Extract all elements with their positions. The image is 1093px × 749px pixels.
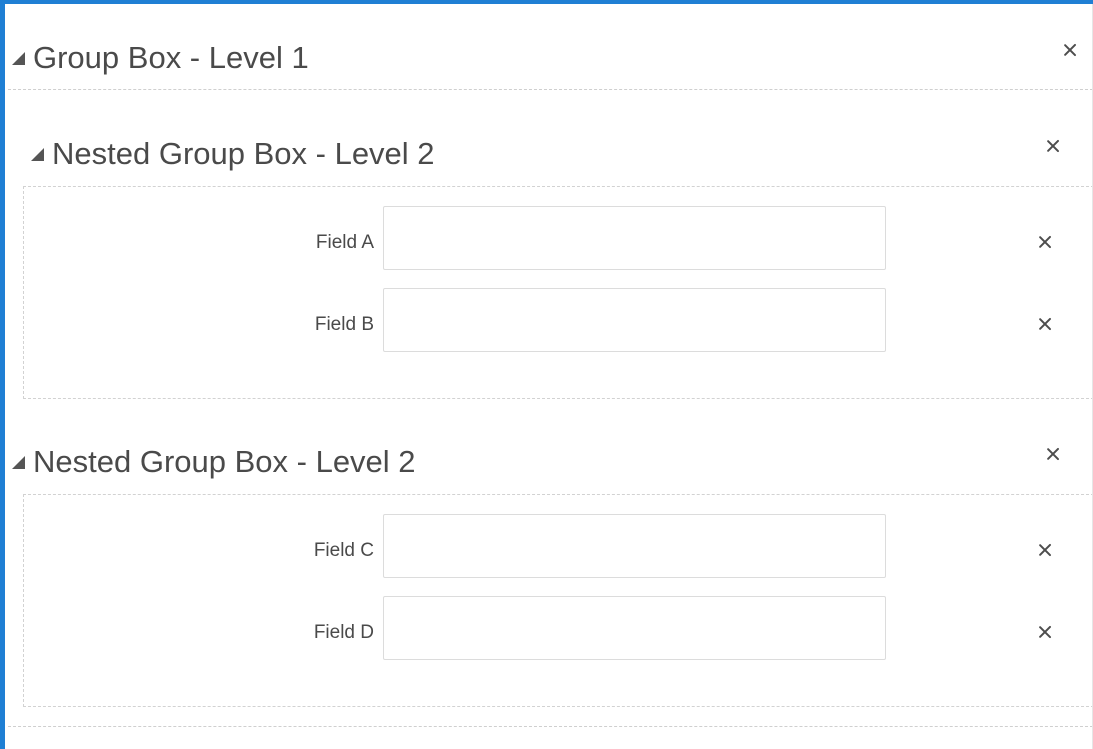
- collapse-triangle-icon[interactable]: [12, 455, 25, 469]
- field-d-input[interactable]: [383, 596, 886, 660]
- field-b-clear-icon[interactable]: [1037, 316, 1053, 332]
- field-b-input[interactable]: [383, 288, 886, 352]
- group-box-level-1-close-icon[interactable]: [1062, 42, 1078, 58]
- field-a-clear-icon[interactable]: [1037, 234, 1053, 250]
- field-c-input[interactable]: [383, 514, 886, 578]
- nested-group-box-2-close-icon[interactable]: [1045, 446, 1061, 462]
- field-d-label: Field D: [313, 622, 374, 643]
- collapse-triangle-icon[interactable]: [31, 147, 44, 161]
- field-a-label: Field A: [315, 232, 374, 253]
- group-box-level-1-header[interactable]: Group Box - Level 1: [12, 36, 309, 80]
- nested-group-box-1-header[interactable]: Nested Group Box - Level 2: [31, 132, 435, 176]
- nested-group-box-2-title: Nested Group Box - Level 2: [33, 444, 416, 479]
- field-c-label: Field C: [313, 540, 374, 561]
- group-box-level-1: Group Box - Level 1 Nested Group Box - L…: [0, 0, 1093, 749]
- group-box-level-1-divider: [8, 89, 1093, 90]
- field-a-input[interactable]: [383, 206, 886, 270]
- field-b-label: Field B: [314, 314, 374, 335]
- field-d-clear-icon[interactable]: [1037, 624, 1053, 640]
- field-c-clear-icon[interactable]: [1037, 542, 1053, 558]
- group-box-level-1-title: Group Box - Level 1: [33, 40, 309, 75]
- nested-group-box-2-header[interactable]: Nested Group Box - Level 2: [12, 440, 416, 484]
- collapse-triangle-icon[interactable]: [12, 51, 25, 65]
- nested-group-box-1-close-icon[interactable]: [1045, 138, 1061, 154]
- group-box-level-1-bottom-divider: [8, 726, 1093, 727]
- nested-group-box-1-title: Nested Group Box - Level 2: [52, 136, 435, 171]
